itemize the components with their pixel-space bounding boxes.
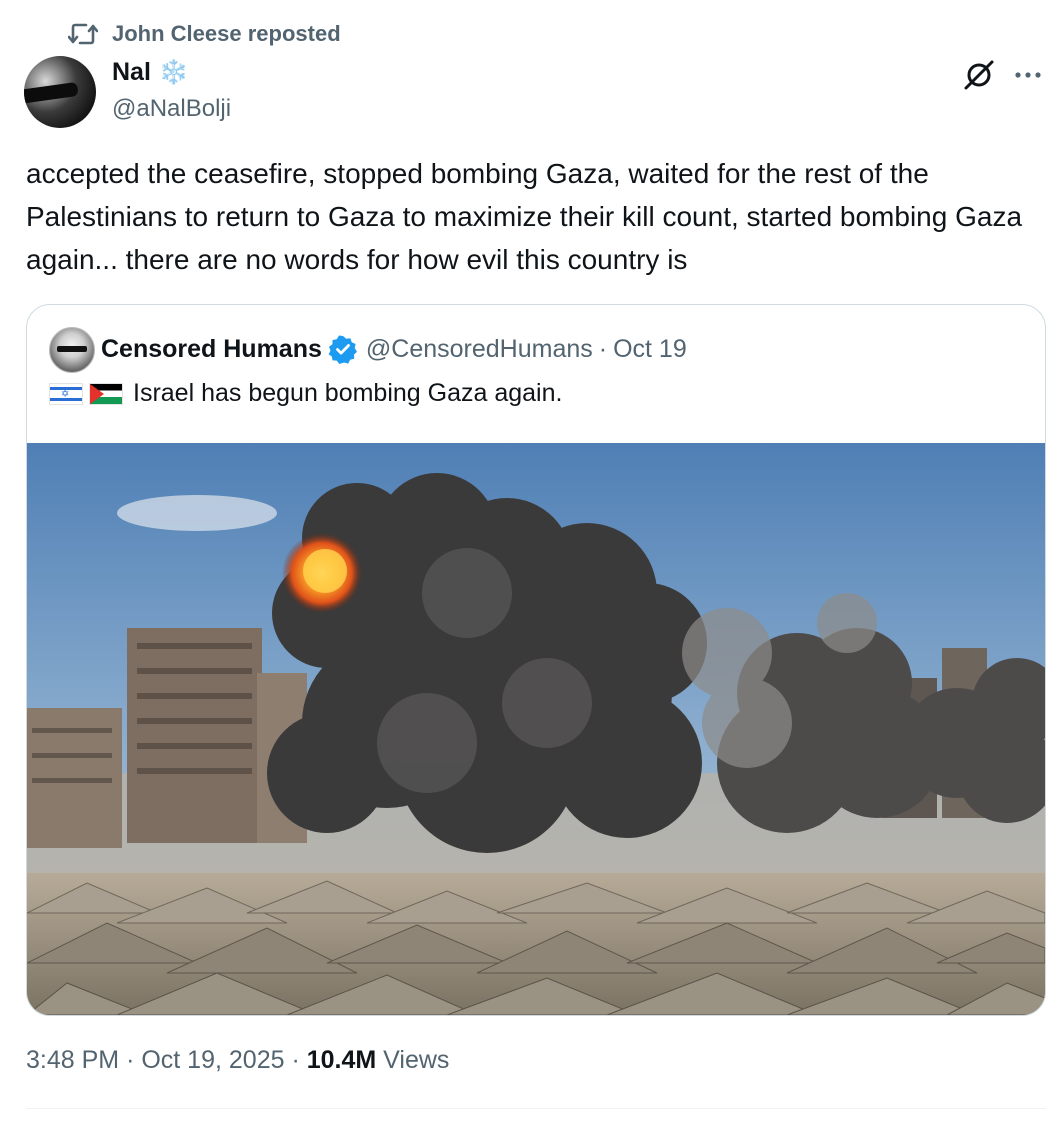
views-count[interactable]: 10.4M [307, 1046, 376, 1074]
more-icon[interactable] [1012, 62, 1044, 88]
repost-icon [68, 23, 98, 45]
tweet-date[interactable]: Oct 19, 2025 [141, 1046, 284, 1074]
quoted-separator: · [598, 334, 608, 363]
author-avatar[interactable] [24, 56, 96, 128]
tweet-text: accepted the ceasefire, stopped bombing … [26, 158, 1023, 275]
quoted-date[interactable]: Oct 19 [613, 335, 687, 364]
quoted-author-handle[interactable]: @CensoredHumans [366, 335, 593, 364]
repost-context[interactable]: John Cleese reposted [68, 20, 341, 48]
divider [26, 1108, 1046, 1109]
author-handle[interactable]: @aNalBolji [112, 95, 231, 123]
verified-badge-icon [328, 335, 357, 364]
meta-separator: · [126, 1046, 135, 1074]
israel-flag-icon: ✡ [49, 382, 83, 405]
tweet-time[interactable]: 3:48 PM [26, 1046, 119, 1074]
quoted-tweet[interactable]: Censored Humans @CensoredHumans · Oct 19… [26, 304, 1046, 1016]
quoted-tweet-text: Israel has begun bombing Gaza again. [133, 379, 563, 407]
meta-separator: · [291, 1046, 300, 1074]
snowflake-emoji: ❄️ [158, 59, 189, 86]
quoted-tweet-text-row: ✡ Israel has begun bombing Gaza again. [49, 379, 562, 408]
author-name-row[interactable]: Nal ❄️ [112, 58, 189, 87]
palestine-flag-icon [89, 382, 123, 405]
quoted-author-name[interactable]: Censored Humans [101, 335, 322, 364]
quoted-author-avatar[interactable] [49, 327, 95, 373]
tweet-meta: 3:48 PM · Oct 19, 2025 · 10.4M Views [26, 1046, 449, 1075]
grok-icon[interactable] [962, 58, 996, 92]
quoted-tweet-image[interactable] [27, 443, 1045, 1015]
repost-label[interactable]: John Cleese reposted [112, 21, 341, 47]
quoted-tweet-header: Censored Humans @CensoredHumans · Oct 19 [101, 331, 687, 367]
views-label[interactable]: Views [383, 1046, 449, 1074]
author-name[interactable]: Nal [112, 58, 151, 87]
